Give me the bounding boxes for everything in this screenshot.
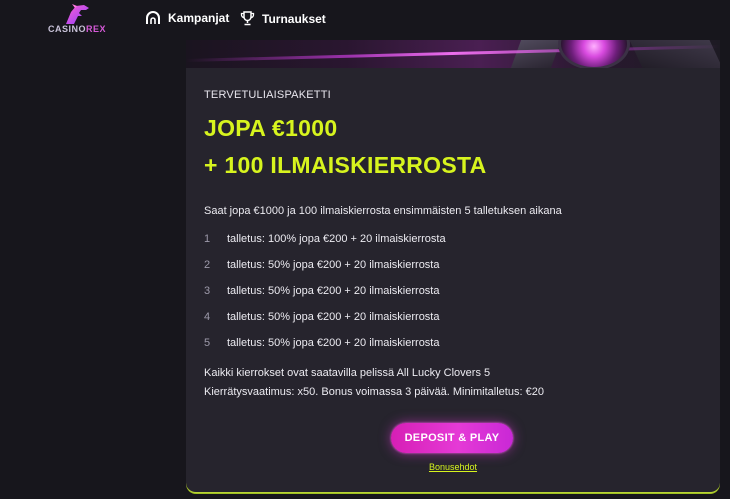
top-bar: CASINOREX Kampanjat Turnaukset bbox=[0, 0, 730, 40]
step-number: 2 bbox=[204, 259, 211, 271]
step-number: 1 bbox=[204, 233, 211, 245]
promotion-icon bbox=[146, 11, 160, 24]
nav-item-kampanjat[interactable]: Kampanjat bbox=[145, 11, 229, 25]
brand-logo[interactable]: CASINOREX bbox=[42, 2, 112, 38]
dinosaur-logo-icon bbox=[66, 4, 89, 24]
offer-terms-summary: Kaikki kierrokset ovat saatavilla peliss… bbox=[204, 364, 544, 402]
list-item: 5 talletus: 50% jopa €200 + 20 ilmaiskie… bbox=[204, 337, 684, 363]
welcome-offer-card: TERVETULIAISPAKETTI JOPA €1000 + 100 ILM… bbox=[186, 68, 720, 493]
brand-wordmark: CASINOREX bbox=[42, 24, 112, 34]
banner-glow-orb bbox=[558, 40, 630, 68]
step-text: talletus: 50% jopa €200 + 20 ilmaiskierr… bbox=[227, 285, 440, 297]
nav-item-label: Kampanjat bbox=[168, 11, 230, 25]
nav-item-label: Turnaukset bbox=[262, 11, 326, 26]
banner-shape bbox=[629, 40, 720, 68]
deposit-and-play-button[interactable]: DEPOSIT & PLAY bbox=[391, 423, 513, 453]
nav-item-turnaukset[interactable]: Turnaukset bbox=[240, 11, 326, 26]
step-number: 3 bbox=[204, 285, 211, 297]
brand-wordmark-casino: CASINO bbox=[47, 24, 86, 34]
list-item: 3 talletus: 50% jopa €200 + 20 ilmaiskie… bbox=[204, 285, 684, 311]
list-item: 2 talletus: 50% jopa €200 + 20 ilmaiskie… bbox=[204, 259, 684, 285]
step-number: 4 bbox=[204, 311, 211, 323]
step-number: 5 bbox=[204, 337, 211, 349]
list-item: 4 talletus: 50% jopa €200 + 20 ilmaiskie… bbox=[204, 311, 684, 337]
promo-banner-image bbox=[186, 40, 720, 68]
offer-eyebrow: TERVETULIAISPAKETTI bbox=[204, 89, 331, 101]
offer-headline-amount: JOPA €1000 bbox=[204, 115, 338, 141]
banner-shape bbox=[510, 40, 562, 68]
list-item: 1 talletus: 100% jopa €200 + 20 ilmaiski… bbox=[204, 233, 684, 259]
offer-headline-spins: + 100 ILMAISKIERROSTA bbox=[204, 152, 487, 178]
footnote-wagering: Kierrätysvaatimus: x50. Bonus voimassa 3… bbox=[204, 386, 544, 398]
step-text: talletus: 100% jopa €200 + 20 ilmaiskier… bbox=[227, 233, 446, 245]
offer-intro: Saat jopa €1000 ja 100 ilmaiskierrosta e… bbox=[204, 205, 562, 217]
step-text: talletus: 50% jopa €200 + 20 ilmaiskierr… bbox=[227, 259, 440, 271]
bonus-terms-link[interactable]: Bonusehdot bbox=[186, 462, 720, 472]
step-text: talletus: 50% jopa €200 + 20 ilmaiskierr… bbox=[227, 311, 440, 323]
footnote-spins-game: Kaikki kierrokset ovat saatavilla peliss… bbox=[204, 367, 491, 379]
step-text: talletus: 50% jopa €200 + 20 ilmaiskierr… bbox=[227, 337, 440, 349]
deposit-steps-list: 1 talletus: 100% jopa €200 + 20 ilmaiski… bbox=[204, 233, 684, 363]
trophy-icon bbox=[240, 11, 255, 26]
brand-wordmark-rex: REX bbox=[86, 24, 107, 34]
